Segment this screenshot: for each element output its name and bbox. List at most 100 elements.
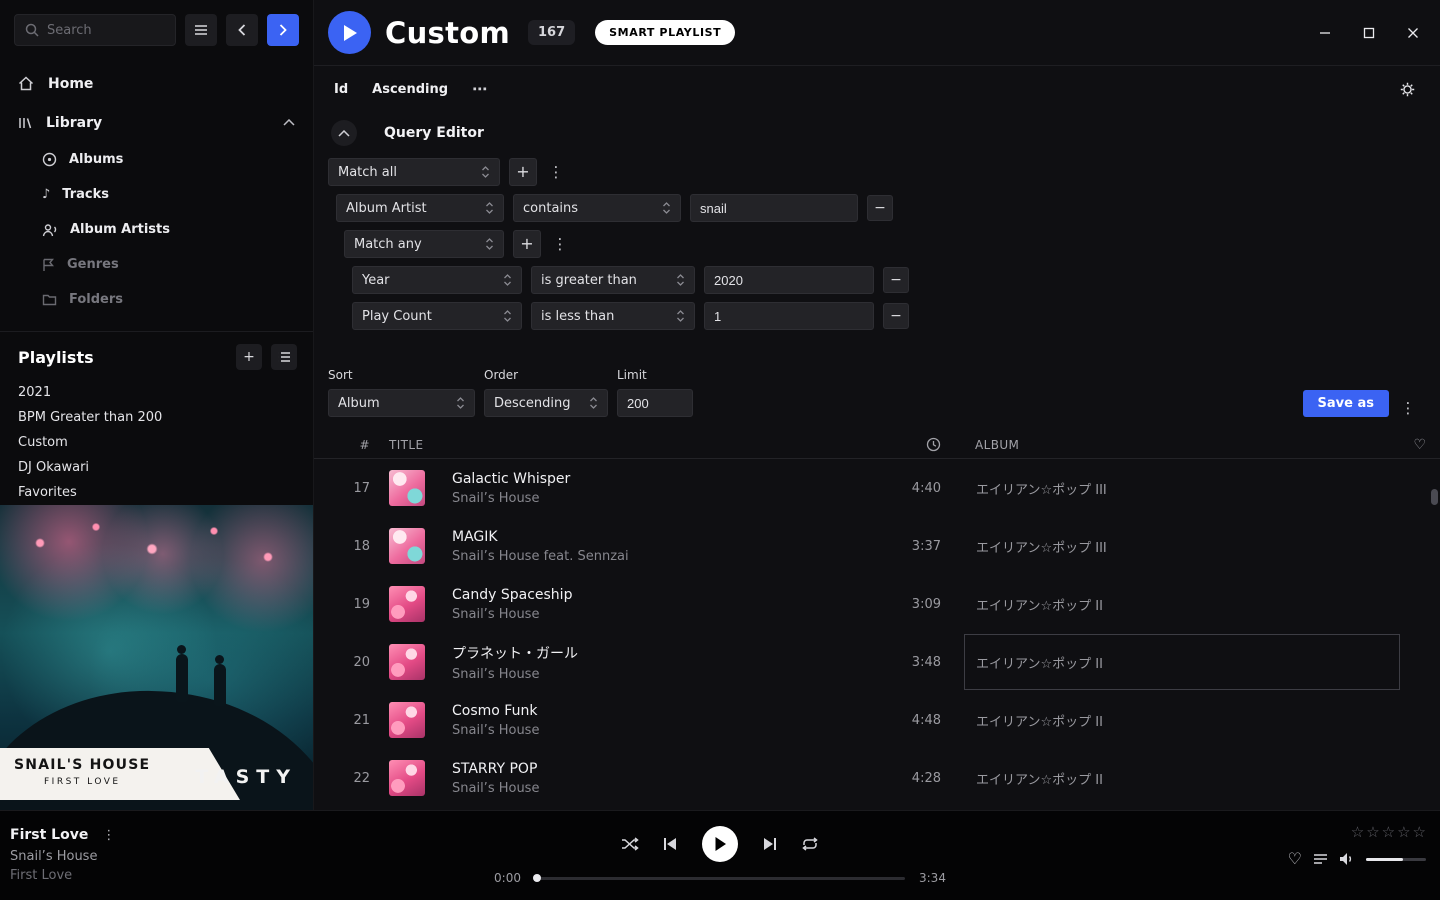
playlists-header: Playlists: [18, 348, 94, 367]
star-icon[interactable]: ☆: [1413, 823, 1426, 841]
sidebar-item-home[interactable]: Home: [0, 64, 313, 103]
sidebar-item-albums[interactable]: Albums: [0, 142, 313, 177]
rule-field-select[interactable]: Year: [352, 266, 522, 294]
playlist-item[interactable]: DJ Okawari: [0, 455, 313, 480]
save-as-button[interactable]: Save as: [1303, 390, 1389, 417]
now-playing-menu-button[interactable]: ⋮: [102, 828, 115, 843]
window-controls: [1316, 0, 1422, 66]
star-icon[interactable]: ☆: [1366, 823, 1379, 841]
add-rule-button[interactable]: +: [509, 158, 537, 186]
library-label: Library: [46, 115, 102, 131]
rule-operator-select[interactable]: is greater than: [531, 266, 695, 294]
settings-gear-button[interactable]: [1399, 81, 1416, 98]
sidebar-item-tracks[interactable]: ♪ Tracks: [0, 177, 313, 212]
rule-operator-select[interactable]: contains: [513, 194, 681, 222]
column-album[interactable]: ALBUM: [975, 438, 1400, 452]
repeat-button[interactable]: [801, 837, 819, 851]
column-title[interactable]: TITLE: [370, 438, 452, 452]
sidebar-item-library[interactable]: Library: [0, 103, 313, 142]
rule-field-select[interactable]: Play Count: [352, 302, 522, 330]
remove-rule-button[interactable]: −: [883, 267, 909, 293]
volume-slider[interactable]: [1366, 858, 1426, 861]
star-icon[interactable]: ☆: [1397, 823, 1410, 841]
track-album-cell[interactable]: エイリアン☆ポップ III: [964, 518, 1400, 574]
query-menu-button[interactable]: ⋮: [1398, 399, 1418, 417]
sort-order-limit-row: Sort Album Order Descending: [314, 338, 1440, 417]
seek-handle[interactable]: [533, 874, 541, 882]
rule-field-select[interactable]: Album Artist: [336, 194, 504, 222]
search-placeholder: Search: [47, 23, 92, 38]
playlist-item[interactable]: BPM Greater than 200: [0, 405, 313, 430]
column-favorite[interactable]: ♡: [1400, 437, 1440, 453]
sidebar-item-folders[interactable]: Folders: [0, 282, 313, 317]
track-row[interactable]: 17 Galactic Whisper Snail’s House 4:40 エ…: [314, 459, 1440, 517]
group-menu-button[interactable]: ⋮: [550, 235, 570, 253]
playlist-item[interactable]: Custom: [0, 430, 313, 455]
add-playlist-button[interactable]: +: [236, 344, 262, 370]
add-rule-button[interactable]: +: [513, 230, 541, 258]
track-album-cell[interactable]: エイリアン☆ポップ II: [964, 576, 1400, 632]
play-pause-button[interactable]: [702, 826, 738, 862]
star-icon[interactable]: ☆: [1351, 823, 1364, 841]
table-header: # TITLE ALBUM ♡: [314, 431, 1440, 459]
sort-select[interactable]: Album: [328, 389, 475, 417]
rule-value-input[interactable]: [690, 194, 858, 222]
track-row[interactable]: 18 MAGIK Snail’s House feat. Sennzai 3:3…: [314, 517, 1440, 575]
remove-rule-button[interactable]: −: [883, 303, 909, 329]
group-menu-button[interactable]: ⋮: [546, 163, 566, 181]
heart-icon: ♡: [1414, 437, 1427, 453]
chevron-up-icon[interactable]: [283, 119, 295, 126]
more-options-button[interactable]: ⋯: [472, 80, 487, 98]
sidebar-item-genres[interactable]: Genres: [0, 247, 313, 282]
nav-back-button[interactable]: [226, 14, 258, 46]
limit-input[interactable]: [617, 389, 693, 417]
albums-label: Albums: [69, 152, 123, 167]
track-title: MAGIK: [452, 529, 871, 545]
favorite-heart-button[interactable]: ♡: [1288, 851, 1302, 867]
previous-track-button[interactable]: [663, 837, 678, 851]
track-album-cell[interactable]: エイリアン☆ポップ II: [964, 634, 1400, 690]
next-track-button[interactable]: [762, 837, 777, 851]
match-type-select[interactable]: Match all: [328, 158, 500, 186]
sidebar-item-album-artists[interactable]: Album Artists: [0, 212, 313, 247]
queue-button[interactable]: [1313, 853, 1328, 865]
scrollbar-thumb[interactable]: [1431, 489, 1438, 505]
collapse-query-editor-button[interactable]: [331, 120, 357, 146]
order-label: Order: [484, 368, 608, 382]
shuffle-button[interactable]: [621, 837, 639, 851]
play-playlist-button[interactable]: [328, 11, 371, 54]
playlist-item[interactable]: Favorites: [0, 480, 313, 505]
menu-button[interactable]: [185, 14, 217, 46]
track-artwork: [389, 586, 425, 622]
search-input[interactable]: Search: [14, 14, 176, 46]
limit-label: Limit: [617, 368, 693, 382]
close-button[interactable]: [1404, 24, 1422, 42]
minimize-button[interactable]: [1316, 24, 1334, 42]
column-duration[interactable]: [871, 437, 941, 452]
remove-rule-button[interactable]: −: [867, 195, 893, 221]
playlist-item[interactable]: 2021: [0, 380, 313, 405]
track-row[interactable]: 22 STARRY POP Snail’s House 4:28 エイリアン☆ポ…: [314, 749, 1440, 807]
maximize-button[interactable]: [1360, 24, 1378, 42]
match-type-select[interactable]: Match any: [344, 230, 504, 258]
track-row[interactable]: 20 プラネット・ガール Snail’s House 3:48 エイリアン☆ポッ…: [314, 633, 1440, 691]
track-row[interactable]: 19 Candy Spaceship Snail’s House 3:09 エイ…: [314, 575, 1440, 633]
nav-forward-button[interactable]: [267, 14, 299, 46]
track-album: エイリアン☆ポップ III: [976, 479, 1107, 498]
playlist-list-button[interactable]: [271, 344, 297, 370]
track-album-cell[interactable]: エイリアン☆ポップ II: [964, 692, 1400, 748]
track-artist: Snail’s House: [452, 667, 871, 682]
track-row[interactable]: 21 Cosmo Funk Snail’s House 4:48 エイリアン☆ポ…: [314, 691, 1440, 749]
star-icon[interactable]: ☆: [1382, 823, 1395, 841]
rule-operator-select[interactable]: is less than: [531, 302, 695, 330]
volume-button[interactable]: [1339, 852, 1355, 866]
rule-value-input[interactable]: [704, 266, 874, 294]
sort-direction-button[interactable]: Ascending: [372, 82, 448, 97]
sort-field-button[interactable]: Id: [334, 82, 348, 97]
track-album-cell[interactable]: エイリアン☆ポップ III: [964, 460, 1400, 516]
order-select[interactable]: Descending: [484, 389, 608, 417]
rule-value-input[interactable]: [704, 302, 874, 330]
column-number[interactable]: #: [314, 438, 370, 452]
seek-bar[interactable]: [535, 877, 905, 880]
track-album-cell[interactable]: エイリアン☆ポップ II: [964, 750, 1400, 806]
